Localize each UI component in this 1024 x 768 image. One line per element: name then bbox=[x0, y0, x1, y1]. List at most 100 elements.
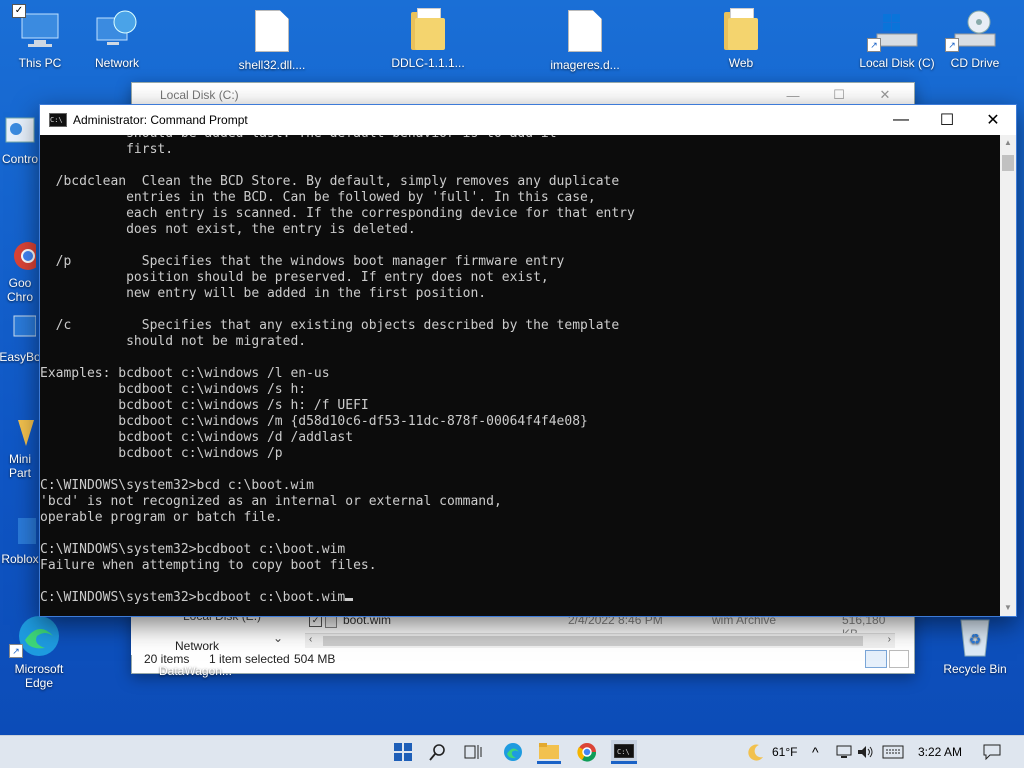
shortcut-arrow-icon: ↗ bbox=[867, 38, 881, 52]
file-explorer-taskbar-icon[interactable] bbox=[537, 740, 561, 764]
console-line: C:\WINDOWS\system32>bcd c:\boot.wim bbox=[40, 478, 314, 493]
zip-folder-icon bbox=[404, 8, 452, 52]
desktop-icon-label: Web bbox=[728, 56, 754, 70]
console-line: /bcdclean Clean the BCD Store. By defaul… bbox=[40, 174, 620, 189]
task-view-icon[interactable] bbox=[461, 740, 485, 764]
details-view-icon[interactable] bbox=[865, 650, 887, 668]
console-line: bcdboot c:\windows /d /addlast bbox=[40, 430, 354, 445]
minimize-button[interactable]: — bbox=[878, 105, 924, 135]
shortcut-arrow-icon: ↗ bbox=[9, 644, 23, 658]
status-bar: 20 items 1 item selected 504 MB bbox=[131, 648, 913, 668]
maximize-button[interactable]: ☐ bbox=[924, 105, 970, 135]
desktop-icon-label: imageres.d... bbox=[550, 58, 620, 72]
edge-taskbar-icon[interactable] bbox=[501, 740, 525, 764]
desktop-icon-shell32[interactable]: shell32.dll.... bbox=[232, 8, 312, 72]
console-line: should be added last. The default behavi… bbox=[40, 135, 635, 142]
scroll-right-icon[interactable]: › bbox=[888, 634, 891, 645]
desktop-icon-label: Network bbox=[94, 56, 139, 70]
desktop-icon-label: Microsoft Edge bbox=[14, 662, 64, 690]
cmd-app-icon: C:\ bbox=[49, 113, 67, 127]
chevron-up-icon[interactable]: ^ bbox=[812, 736, 819, 768]
desktop-icon-label: This PC bbox=[18, 56, 62, 70]
checkbox-icon[interactable]: ✓ bbox=[12, 4, 26, 18]
volume-icon[interactable] bbox=[853, 740, 877, 764]
drive-icon: ↗ bbox=[867, 8, 921, 52]
control-panel-icon bbox=[4, 116, 36, 148]
close-button[interactable]: ✕ bbox=[970, 105, 1016, 135]
minitool-icon bbox=[4, 416, 36, 448]
status-size: 504 MB bbox=[294, 652, 336, 666]
folder-icon bbox=[717, 8, 765, 52]
tiles-view-icon[interactable] bbox=[889, 650, 909, 668]
notification-icon[interactable] bbox=[980, 740, 1004, 764]
console-line: 'bcd' is not recognized as an internal o… bbox=[40, 494, 502, 509]
window-title: Local Disk (C:) bbox=[160, 88, 239, 102]
console-line: position should be preserved. If entry d… bbox=[40, 270, 549, 285]
clock-time[interactable]: 3:22 AM bbox=[918, 736, 962, 768]
text-cursor bbox=[345, 598, 354, 601]
file-icon bbox=[561, 10, 609, 54]
console-line: bcdboot c:\windows /s h: /f UEFI bbox=[40, 398, 369, 413]
console-line: each entry is scanned. If the correspond… bbox=[40, 206, 635, 221]
scroll-left-icon[interactable]: ‹ bbox=[309, 634, 312, 645]
desktop-icon-this-pc[interactable]: ✓ This PC bbox=[0, 4, 80, 70]
chrome-taskbar-icon[interactable] bbox=[575, 740, 599, 764]
desktop-icon-network[interactable]: Network bbox=[77, 8, 157, 70]
desktop-icon-imageres[interactable]: imageres.d... bbox=[545, 8, 625, 72]
console-line: should not be migrated. bbox=[40, 334, 307, 349]
horizontal-scrollbar[interactable]: ‹ › bbox=[305, 633, 895, 648]
command-prompt-window[interactable]: C:\ Administrator: Command Prompt — ☐ ✕ … bbox=[39, 104, 1017, 617]
console-line: bcdboot c:\windows /s h: bbox=[40, 382, 307, 397]
desktop-icon-label: shell32.dll.... bbox=[238, 58, 306, 72]
keyboard-icon[interactable] bbox=[881, 740, 905, 764]
cmd-taskbar-icon[interactable]: C:\ bbox=[611, 740, 637, 764]
scroll-thumb[interactable] bbox=[323, 636, 863, 646]
desktop-icon-recycle-bin[interactable]: ♻ Recycle Bin bbox=[935, 614, 1015, 676]
desktop-icon-label: DDLC-1.1.1... bbox=[391, 56, 465, 70]
explorer-bottom-area: Local Disk (E:) Network ⌄ ✓ boot.wim 2/4… bbox=[131, 609, 913, 678]
desktop-icon-label-partial: DataWagon... bbox=[159, 664, 232, 678]
console-line: /p Specifies that the windows boot manag… bbox=[40, 254, 565, 269]
file-row-selected[interactable]: ✓ boot.wim 2/4/2022 8:46 PM wim Archive … bbox=[307, 613, 885, 641]
network-icon bbox=[93, 8, 141, 52]
recycle-bin-icon: ♻ bbox=[951, 614, 999, 658]
chevron-down-icon[interactable]: ⌄ bbox=[273, 631, 283, 645]
console-line: bcdboot c:\windows /m {d58d10c6-df53-11d… bbox=[40, 414, 588, 429]
chrome-icon bbox=[4, 226, 42, 270]
window-title: Administrator: Command Prompt bbox=[73, 113, 248, 127]
desktop-icon-microsoft-edge[interactable]: ↗ Microsoft Edge bbox=[0, 614, 78, 690]
desktop-icon-cd-drive[interactable]: ↗ CD Drive bbox=[935, 8, 1015, 70]
vertical-scrollbar[interactable]: ▲ ▼ bbox=[1000, 135, 1016, 616]
desktop-icon-label: CD Drive bbox=[950, 56, 1000, 70]
start-button[interactable] bbox=[391, 740, 415, 764]
console-output[interactable]: should be added last. The default behavi… bbox=[40, 135, 1000, 616]
scroll-up-icon[interactable]: ▲ bbox=[1000, 135, 1016, 151]
console-line: entries in the BCD. Can be followed by '… bbox=[40, 190, 596, 205]
desktop-icon-local-disk-c[interactable]: ↗ Local Disk (C) bbox=[857, 8, 937, 70]
computer-icon: ✓ bbox=[12, 4, 64, 52]
console-line: bcdboot c:\windows /p bbox=[40, 446, 283, 461]
cmd-titlebar[interactable]: C:\ Administrator: Command Prompt — ☐ ✕ bbox=[40, 105, 1016, 135]
desktop-icon-label: Local Disk (C) bbox=[859, 56, 935, 70]
desktop-icon-web[interactable]: Web bbox=[701, 8, 781, 70]
scroll-thumb[interactable] bbox=[1002, 155, 1014, 171]
console-line: Examples: bcdboot c:\windows /l en-us bbox=[40, 366, 330, 381]
taskbar: C:\ 61°F ^ 3:22 AM bbox=[0, 735, 1024, 768]
desktop-icon-ddlc[interactable]: DDLC-1.1.1... bbox=[388, 8, 468, 70]
scroll-down-icon[interactable]: ▼ bbox=[1000, 600, 1016, 616]
console-line: Failure when attempting to copy boot fil… bbox=[40, 558, 377, 573]
search-icon[interactable] bbox=[426, 740, 450, 764]
svg-text:♻: ♻ bbox=[969, 632, 982, 648]
weather-temperature[interactable]: 61°F bbox=[772, 736, 797, 768]
svg-text:C:\: C:\ bbox=[617, 748, 630, 756]
weather-moon-icon[interactable] bbox=[744, 740, 768, 764]
cd-drive-icon: ↗ bbox=[945, 8, 999, 52]
console-line: /c Specifies that any existing objects d… bbox=[40, 318, 620, 333]
easybcd-icon bbox=[4, 314, 37, 346]
